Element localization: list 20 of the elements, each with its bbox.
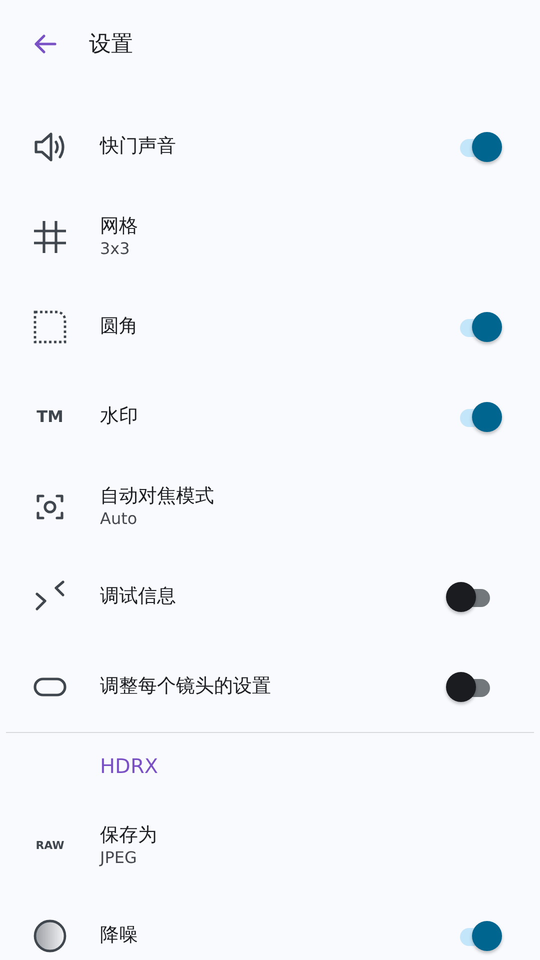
section-title: HDRX <box>99 753 160 780</box>
gradient-circle-icon <box>32 919 68 953</box>
grid-icon <box>32 220 68 254</box>
label-icon: TM <box>32 405 68 429</box>
setting-value: JPEG <box>100 848 138 868</box>
setting-label: 水印 <box>100 405 139 429</box>
setting-label: 调整每个镜头的设置 <box>100 675 272 699</box>
setting-label: 保存为 <box>100 824 158 848</box>
setting-label: 调试信息 <box>100 585 177 609</box>
setting-label: 自动对焦模式 <box>100 485 215 509</box>
label-icon: RAW <box>32 838 68 854</box>
setting-label: 圆角 <box>100 315 139 339</box>
setting-value: Auto <box>100 508 138 529</box>
setting-label: 网格 <box>100 215 139 239</box>
rounded-corner-icon <box>32 310 68 344</box>
setting-label: 降噪 <box>100 924 139 948</box>
setting-value: 3x3 <box>100 238 131 259</box>
page-title: 设置 <box>89 30 133 58</box>
pill-icon <box>32 677 68 697</box>
setting-label: 快门声音 <box>100 135 177 159</box>
